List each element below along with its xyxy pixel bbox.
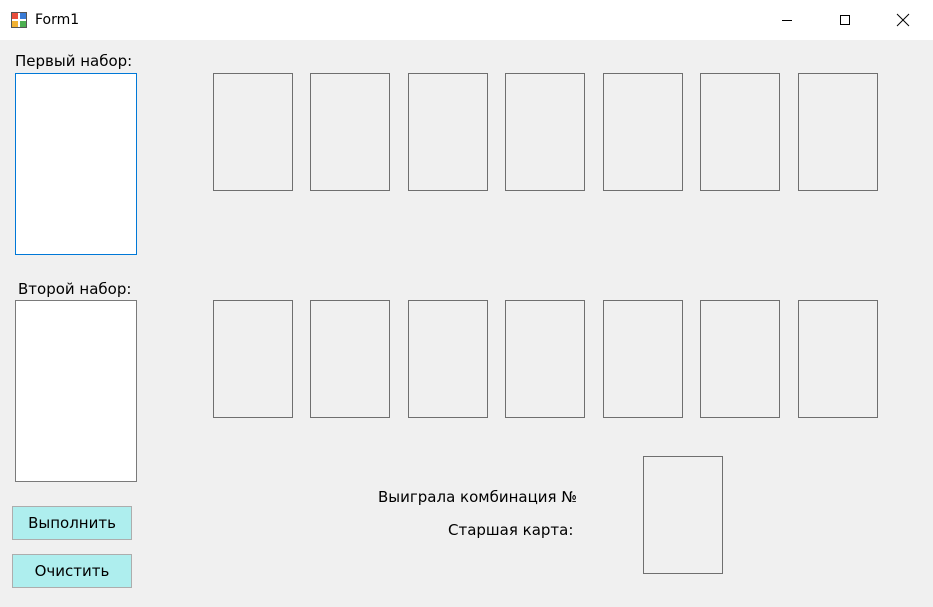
minimize-icon — [782, 20, 792, 21]
minimize-button[interactable] — [764, 0, 810, 40]
close-icon — [896, 13, 910, 27]
clear-button[interactable]: Очистить — [12, 554, 132, 588]
close-button[interactable] — [880, 0, 926, 40]
window-title: Form1 — [35, 12, 80, 28]
maximize-icon — [840, 15, 850, 25]
second-set-card-2 — [310, 300, 390, 418]
first-set-card-7 — [798, 73, 878, 191]
title-bar[interactable]: Form1 — [0, 0, 933, 40]
second-set-label: Второй набор: — [18, 280, 132, 298]
form-window: Form1 Первый набор: Второй набор: Выигра… — [0, 0, 933, 607]
second-set-card-6 — [700, 300, 780, 418]
second-set-card-3 — [408, 300, 488, 418]
first-set-label: Первый набор: — [15, 52, 133, 70]
first-set-card-5 — [603, 73, 683, 191]
second-set-card-4 — [505, 300, 585, 418]
first-set-listbox[interactable] — [15, 73, 137, 255]
second-set-listbox[interactable] — [15, 300, 137, 482]
app-icon — [11, 12, 27, 28]
first-set-card-3 — [408, 73, 488, 191]
winner-label: Выиграла комбинация № — [378, 488, 577, 506]
second-set-card-5 — [603, 300, 683, 418]
first-set-card-4 — [505, 73, 585, 191]
first-set-card-6 — [700, 73, 780, 191]
second-set-card-1 — [213, 300, 293, 418]
second-set-card-7 — [798, 300, 878, 418]
high-card-box — [643, 456, 723, 574]
high-card-label: Старшая карта: — [448, 521, 574, 539]
maximize-button[interactable] — [822, 0, 868, 40]
first-set-card-1 — [213, 73, 293, 191]
execute-button[interactable]: Выполнить — [12, 506, 132, 540]
first-set-card-2 — [310, 73, 390, 191]
